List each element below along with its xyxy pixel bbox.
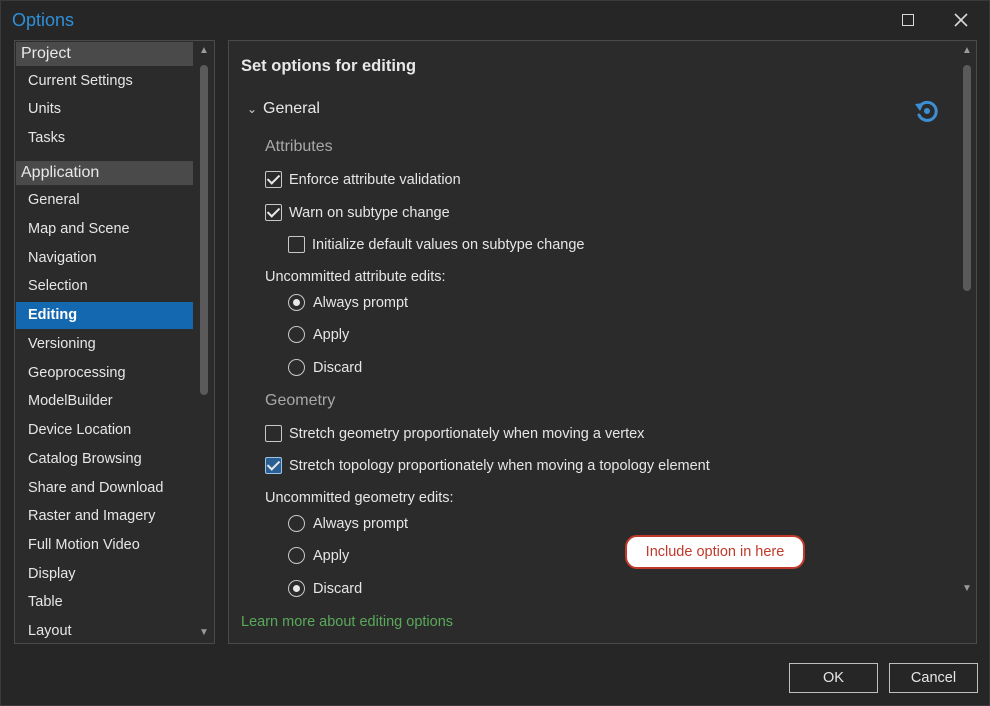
uncommitted-attribute-label: Uncommitted attribute edits: <box>265 269 446 285</box>
enforce-validation-checkbox[interactable]: Enforce attribute validation <box>265 171 461 188</box>
sidebar-section-application: Application <box>16 161 193 185</box>
sidebar-item-units[interactable]: Units <box>16 96 193 123</box>
general-group-toggle[interactable]: ⌄ General <box>247 100 320 118</box>
sidebar-item-full-motion-video[interactable]: Full Motion Video <box>16 532 193 559</box>
stretch-topology-checkbox[interactable]: Stretch topology proportionately when mo… <box>265 457 710 474</box>
sidebar-item-display[interactable]: Display <box>16 561 193 588</box>
checkbox-checked-icon <box>265 457 282 474</box>
sidebar-item-general[interactable]: General <box>16 187 193 214</box>
sidebar-item-layout[interactable]: Layout <box>16 618 193 643</box>
group-label: General <box>263 100 320 117</box>
radio-unselected-icon <box>288 326 305 343</box>
checkbox-checked-icon <box>265 204 282 221</box>
scroll-down-icon[interactable]: ▼ <box>197 626 211 640</box>
close-button[interactable] <box>947 7 975 33</box>
sidebar-item-versioning[interactable]: Versioning <box>16 331 193 358</box>
init-defaults-checkbox[interactable]: Initialize default values on subtype cha… <box>288 236 584 253</box>
sidebar-item-navigation[interactable]: Navigation <box>16 245 193 272</box>
radio-label: Always prompt <box>313 515 409 532</box>
options-dialog: Options Project Current Settings Units T… <box>0 0 990 706</box>
enforce-validation-label: Enforce attribute validation <box>289 171 461 188</box>
options-content: Set options for editing ⌄ General Attrib… <box>228 40 977 644</box>
cancel-button[interactable]: Cancel <box>889 663 978 693</box>
warn-subtype-checkbox[interactable]: Warn on subtype change <box>265 204 450 221</box>
window-title: Options <box>12 10 75 30</box>
attr-radio-apply[interactable]: Apply <box>288 326 349 343</box>
reset-icon[interactable] <box>913 97 941 125</box>
radio-unselected-icon <box>288 547 305 564</box>
stretch-geometry-checkbox[interactable]: Stretch geometry proportionately when mo… <box>265 425 644 442</box>
radio-label: Apply <box>313 326 350 343</box>
sidebar-item-selection[interactable]: Selection <box>16 273 193 300</box>
options-sidebar: Project Current Settings Units Tasks App… <box>14 40 215 644</box>
stretch-geometry-label: Stretch geometry proportionately when mo… <box>289 425 645 442</box>
content-scrollbar[interactable]: ▲ ▼ <box>960 41 974 601</box>
learn-more-link[interactable]: Learn more about editing options <box>241 614 453 630</box>
sidebar-item-raster-and-imagery[interactable]: Raster and Imagery <box>16 503 193 530</box>
sidebar-item-current-settings[interactable]: Current Settings <box>16 68 193 95</box>
page-title: Set options for editing <box>241 57 417 75</box>
radio-selected-icon <box>288 580 305 597</box>
content-scroll-thumb[interactable] <box>963 65 971 291</box>
scroll-down-icon[interactable]: ▼ <box>960 582 974 596</box>
sidebar-item-share-and-download[interactable]: Share and Download <box>16 475 193 502</box>
sidebar-section-project: Project <box>16 42 193 66</box>
chevron-down-icon: ⌄ <box>247 102 258 116</box>
radio-label: Discard <box>313 359 363 376</box>
sidebar-item-geoprocessing[interactable]: Geoprocessing <box>16 360 193 387</box>
sidebar-item-map-and-scene[interactable]: Map and Scene <box>16 216 193 243</box>
sidebar-item-editing[interactable]: Editing <box>16 302 193 329</box>
ok-button[interactable]: OK <box>789 663 878 693</box>
maximize-button[interactable] <box>894 7 922 33</box>
geom-radio-apply[interactable]: Apply <box>288 547 349 564</box>
sidebar-item-catalog-browsing[interactable]: Catalog Browsing <box>16 446 193 473</box>
annotation-callout: Include option in here <box>625 535 805 569</box>
sidebar-item-tasks[interactable]: Tasks <box>16 125 193 152</box>
title-bar: Options <box>1 1 989 39</box>
sidebar-item-table[interactable]: Table <box>16 589 193 616</box>
sidebar-scroll-thumb[interactable] <box>200 65 208 395</box>
radio-label: Apply <box>313 547 350 564</box>
sidebar-item-device-location[interactable]: Device Location <box>16 417 193 444</box>
radio-label: Discard <box>313 580 363 597</box>
close-icon <box>954 13 968 27</box>
radio-unselected-icon <box>288 359 305 376</box>
uncommitted-geometry-label: Uncommitted geometry edits: <box>265 490 454 506</box>
geom-radio-always-prompt[interactable]: Always prompt <box>288 515 408 532</box>
sidebar-item-modelbuilder[interactable]: ModelBuilder <box>16 388 193 415</box>
checkbox-checked-icon <box>265 171 282 188</box>
checkbox-unchecked-icon <box>288 236 305 253</box>
checkbox-unchecked-icon <box>265 425 282 442</box>
attr-radio-always-prompt[interactable]: Always prompt <box>288 294 408 311</box>
radio-unselected-icon <box>288 515 305 532</box>
attributes-header: Attributes <box>265 138 333 155</box>
stretch-topology-label: Stretch topology proportionately when mo… <box>289 457 710 474</box>
geom-radio-discard[interactable]: Discard <box>288 580 362 597</box>
maximize-icon <box>902 14 914 26</box>
geometry-header: Geometry <box>265 392 336 409</box>
radio-selected-icon <box>288 294 305 311</box>
init-defaults-label: Initialize default values on subtype cha… <box>312 236 585 253</box>
scroll-up-icon[interactable]: ▲ <box>197 44 211 58</box>
scroll-up-icon[interactable]: ▲ <box>960 44 974 58</box>
sidebar-scrollbar[interactable]: ▲ ▼ <box>197 41 211 643</box>
warn-subtype-label: Warn on subtype change <box>289 204 450 221</box>
radio-label: Always prompt <box>313 294 409 311</box>
attr-radio-discard[interactable]: Discard <box>288 359 362 376</box>
